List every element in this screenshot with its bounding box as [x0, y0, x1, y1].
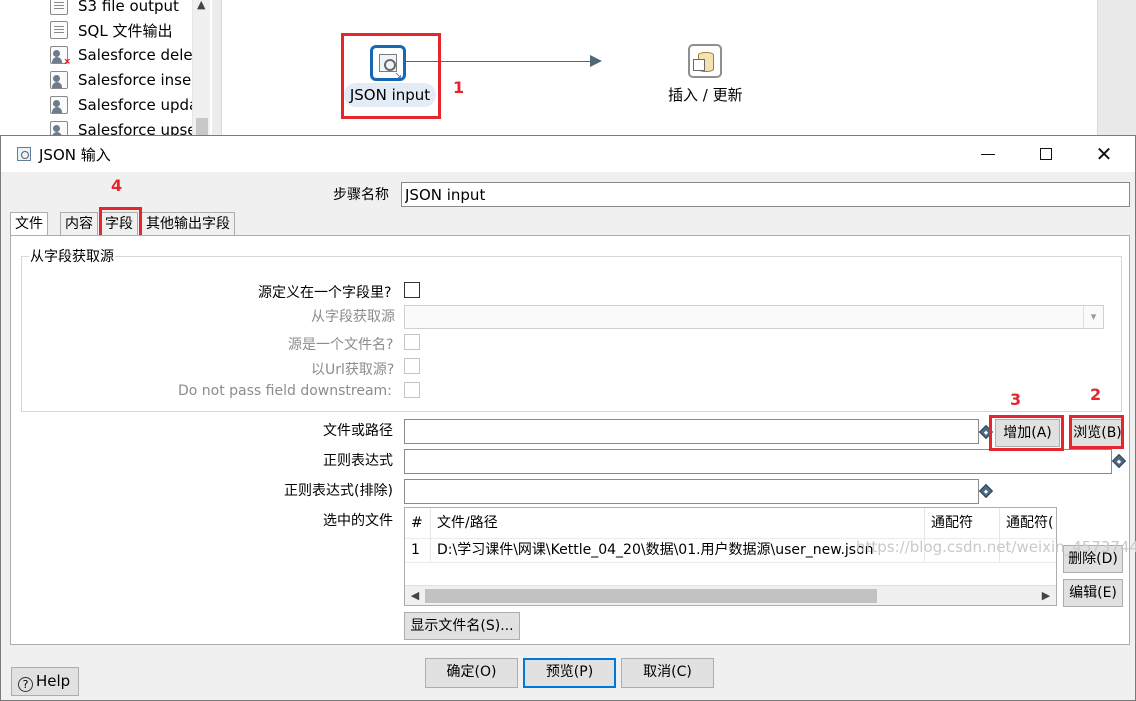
palette-item-salesforce-delete[interactable]: × Salesforce dele — [50, 43, 193, 67]
palette-item-salesforce-update[interactable]: Salesforce upda — [50, 93, 198, 117]
palette-item-s3-file-output[interactable]: S3 file output — [50, 0, 179, 18]
regex-exclude-label: 正则表达式(排除) — [284, 483, 393, 499]
column-header-file-path[interactable]: 文件/路径 — [431, 508, 925, 538]
salesforce-insert-icon — [50, 71, 68, 89]
dialog-title: JSON 输入 — [39, 146, 111, 164]
watermark: https://blog.csdn.net/weixin_45737446 — [856, 538, 1136, 556]
source-field-select[interactable]: ▾ — [404, 305, 1104, 329]
json-input-step[interactable]: ↘ JSON input — [341, 33, 441, 119]
close-icon: ✕ — [1095, 142, 1113, 166]
read-source-as-url-label: 以Url获取源? — [311, 362, 395, 378]
minimize-button[interactable] — [959, 136, 1017, 172]
annotation-4: 4 — [111, 176, 123, 195]
hop-arrow-icon — [590, 55, 602, 67]
palette-item-salesforce-upsert[interactable]: Salesforce upse — [50, 118, 197, 135]
sql-file-icon — [50, 21, 68, 39]
palette-scrollbar[interactable]: ▲ — [192, 0, 210, 135]
selected-files-table[interactable]: # 文件/路径 通配符 通配符( 1 D:\学习课件\网课\Kettle_04_… — [404, 507, 1057, 606]
maximize-icon — [1040, 148, 1052, 160]
help-icon: ? — [18, 677, 33, 692]
insert-update-step-label: 插入 / 更新 — [668, 86, 743, 104]
help-button[interactable]: ? Help — [11, 667, 79, 696]
annotation-1: 1 — [453, 78, 465, 97]
do-not-pass-checkbox[interactable] — [404, 382, 420, 398]
file-output-icon — [50, 0, 68, 15]
json-input-icon[interactable]: ↘ — [370, 45, 406, 81]
regex-input[interactable] — [404, 449, 1112, 474]
salesforce-upsert-icon — [50, 121, 68, 135]
variable-icon[interactable] — [978, 483, 994, 499]
cancel-button[interactable]: 取消(C) — [621, 658, 714, 688]
salesforce-update-icon — [50, 96, 68, 114]
column-header-number[interactable]: # — [405, 508, 431, 538]
regex-exclude-input[interactable] — [404, 479, 979, 504]
panel-divider[interactable] — [212, 0, 222, 135]
source-in-field-checkbox[interactable] — [404, 282, 420, 298]
file-or-dir-label: 文件或路径 — [323, 423, 393, 439]
tab-additional-output-fields[interactable]: 其他输出字段 — [141, 212, 235, 236]
step-palette: S3 file output SQL 文件输出 × Salesforce del… — [0, 0, 212, 135]
maximize-button[interactable] — [1017, 136, 1075, 172]
selected-files-label: 选中的文件 — [323, 513, 393, 529]
annotation-2: 2 — [1090, 385, 1102, 404]
scrollbar-thumb[interactable] — [425, 589, 877, 603]
get-source-from-field-label: 从字段获取源 — [311, 309, 395, 325]
do-not-pass-label: Do not pass field downstream: — [178, 383, 392, 399]
minimize-icon — [981, 154, 995, 155]
dialog-titlebar[interactable]: JSON 输入 ✕ — [1, 136, 1135, 172]
preview-button[interactable]: 预览(P) — [523, 658, 616, 688]
step-name-input[interactable] — [401, 182, 1130, 207]
group-title: 从字段获取源 — [29, 246, 115, 266]
column-header-wildcard[interactable]: 通配符 — [925, 508, 1000, 538]
step-name-label: 步骤名称 — [333, 187, 389, 203]
json-input-dialog: JSON 输入 ✕ 4 步骤名称 文件 内容 字段 其他输出字段 从字段获取源 … — [0, 135, 1136, 701]
table-cell-number[interactable]: 1 — [405, 538, 431, 562]
show-filenames-button[interactable]: 显示文件名(S)... — [404, 612, 520, 640]
read-source-as-url-checkbox[interactable] — [404, 358, 420, 374]
scrollbar-thumb[interactable] — [196, 118, 208, 135]
scroll-right-icon[interactable]: ▶ — [1036, 586, 1056, 605]
hop-line[interactable] — [404, 61, 598, 62]
tab-panel-file: 从字段获取源 源定义在一个字段里? 从字段获取源 ▾ 源是一个文件名? 以Url… — [10, 235, 1130, 645]
table-cell-file-path[interactable]: D:\学习课件\网课\Kettle_04_20\数据\01.用户数据源\user… — [431, 538, 925, 562]
chevron-down-icon: ▾ — [1083, 306, 1103, 328]
palette-item-salesforce-insert[interactable]: Salesforce inser — [50, 68, 197, 92]
source-is-filename-checkbox[interactable] — [404, 334, 420, 350]
insert-update-icon[interactable] — [688, 44, 722, 78]
annotation-3: 3 — [1010, 390, 1022, 409]
ok-button[interactable]: 确定(O) — [425, 658, 518, 688]
source-is-filename-label: 源是一个文件名? — [288, 337, 394, 353]
table-horizontal-scrollbar[interactable]: ◀ ▶ — [405, 585, 1056, 605]
palette-item-sql-file-output[interactable]: SQL 文件输出 — [50, 18, 172, 42]
file-or-dir-input[interactable] — [404, 419, 979, 444]
close-button[interactable]: ✕ — [1075, 136, 1133, 172]
tab-file[interactable]: 文件 — [10, 212, 48, 237]
regex-label: 正则表达式 — [323, 453, 393, 469]
source-in-field-label: 源定义在一个字段里? — [258, 285, 392, 301]
highlight-browse-button — [1069, 415, 1124, 449]
variable-icon[interactable] — [1111, 453, 1127, 469]
tab-content[interactable]: 内容 — [60, 212, 98, 236]
canvas-right-panel — [1097, 0, 1136, 135]
edit-button[interactable]: 编辑(E) — [1063, 579, 1123, 607]
scroll-up-icon[interactable]: ▲ — [197, 0, 205, 11]
column-header-wildcard-exclude[interactable]: 通配符( — [1000, 508, 1056, 538]
highlight-add-button — [989, 415, 1064, 451]
salesforce-delete-icon: × — [50, 46, 71, 67]
json-input-step-label: JSON input — [344, 83, 436, 107]
scroll-left-icon[interactable]: ◀ — [405, 586, 425, 605]
json-input-icon — [17, 147, 31, 161]
